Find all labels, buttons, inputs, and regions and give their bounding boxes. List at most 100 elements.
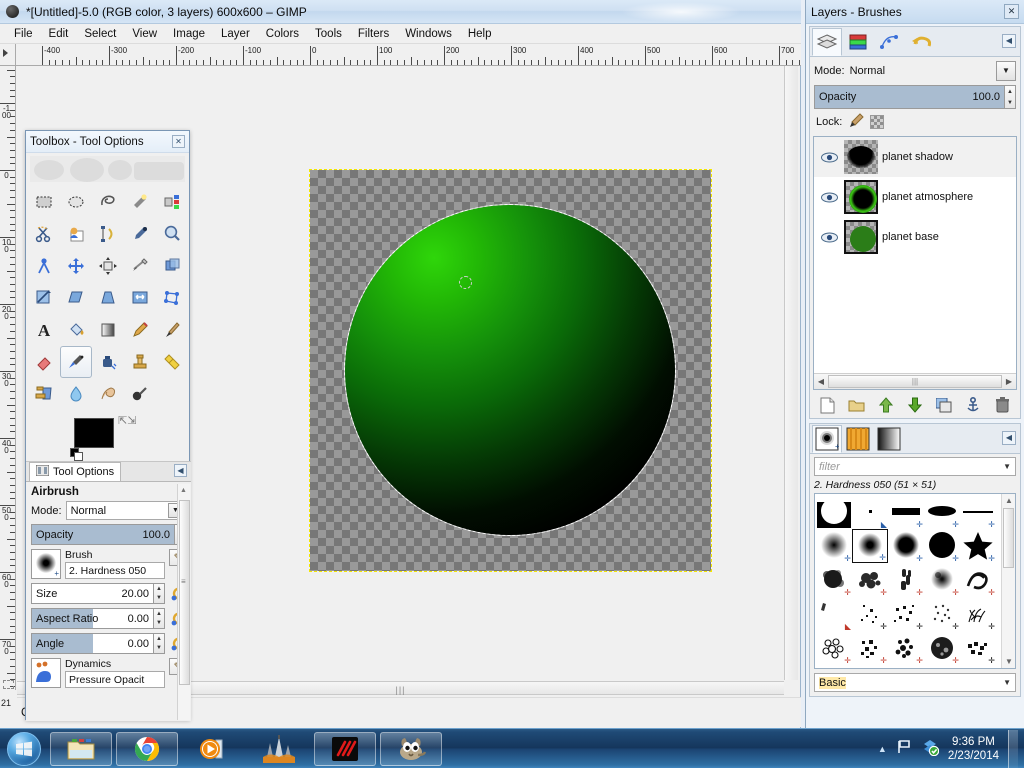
brush-cell-chalk[interactable]: ◣ bbox=[816, 597, 852, 631]
dynamics-preview[interactable] bbox=[31, 658, 61, 688]
menu-windows[interactable]: Windows bbox=[397, 26, 460, 42]
size-slider[interactable]: Size 20.00 bbox=[31, 583, 154, 604]
tool-options-tabbar[interactable]: Tool Options ◀ bbox=[26, 462, 191, 482]
menu-layer[interactable]: Layer bbox=[213, 26, 258, 42]
menu-image[interactable]: Image bbox=[165, 26, 213, 42]
scrollbar-thumb[interactable] bbox=[1003, 508, 1014, 568]
brush-cell-bristles-02[interactable]: ✛ bbox=[924, 563, 960, 597]
layer-name[interactable]: planet atmosphere bbox=[882, 191, 973, 203]
brush-cell-dunes[interactable]: ✛ bbox=[888, 597, 924, 631]
window-titlebar[interactable]: *[Untitled]-5.0 (RGB color, 3 layers) 60… bbox=[0, 0, 801, 24]
size-stepper[interactable]: ▲ ▼ bbox=[154, 583, 165, 604]
layer-mode-select[interactable]: Normal ▼ bbox=[849, 61, 1016, 81]
quickmask-toggle[interactable] bbox=[3, 680, 14, 689]
table-row[interactable]: planet atmosphere bbox=[814, 177, 1016, 217]
panel-menu-arrow-icon[interactable]: ◀ bbox=[1002, 431, 1016, 445]
measure-tool[interactable] bbox=[28, 250, 60, 282]
anchor-icon[interactable] bbox=[963, 395, 983, 415]
flip-tool[interactable] bbox=[124, 282, 156, 314]
canvas-vertical-scrollbar[interactable] bbox=[784, 66, 798, 680]
taskbar-game[interactable] bbox=[248, 732, 310, 766]
menu-view[interactable]: View bbox=[124, 26, 165, 42]
rotate-tool[interactable] bbox=[156, 250, 188, 282]
undo-history-tab[interactable] bbox=[905, 28, 935, 56]
cage-transform-tool[interactable] bbox=[156, 282, 188, 314]
brush-cell-ellipse-soft[interactable]: ✛ bbox=[924, 495, 960, 529]
brush-cell-hardness-050[interactable]: ✛ bbox=[852, 529, 888, 563]
taskbar-explorer[interactable] bbox=[50, 731, 112, 766]
tab-tool-options[interactable]: Tool Options bbox=[29, 462, 122, 481]
brush-cell-hardness-075[interactable]: ✛ bbox=[888, 529, 924, 563]
close-icon[interactable]: ✕ bbox=[1004, 4, 1019, 19]
brush-grid-cells[interactable]: ◣ ✛ ✛ ✛ ✛ ✛ ✛ ✛ ✛ ✛ ✛ ✛ ✛ ✛ ◣ ✛ ✛ ✛ ✛ ✛ … bbox=[815, 494, 1015, 666]
smudge-tool[interactable] bbox=[92, 378, 124, 410]
brush-cell-texture-03[interactable]: ✛ bbox=[888, 631, 924, 665]
angle-slider[interactable]: Angle 0.00 bbox=[31, 633, 154, 654]
layer-list[interactable]: planet shadow planet atmosphere planet b… bbox=[813, 136, 1017, 390]
menu-help[interactable]: Help bbox=[460, 26, 500, 42]
brush-tag-select[interactable]: Basic ▼ bbox=[814, 673, 1016, 692]
menu-filters[interactable]: Filters bbox=[350, 26, 397, 42]
brush-cell-bristles-01[interactable]: ✛ bbox=[888, 563, 924, 597]
scrollbar-thumb[interactable] bbox=[179, 500, 190, 685]
alignment-tool[interactable] bbox=[92, 250, 124, 282]
taskbar-chrome[interactable] bbox=[116, 731, 178, 766]
heal-tool[interactable] bbox=[156, 346, 188, 378]
brush-cell-tiny-dot[interactable]: ◣ bbox=[852, 495, 888, 529]
brush-grid[interactable]: ◣ ✛ ✛ ✛ ✛ ✛ ✛ ✛ ✛ ✛ ✛ ✛ ✛ ✛ ◣ ✛ ✛ ✛ ✛ ✛ … bbox=[814, 493, 1016, 669]
mode-select[interactable]: Normal ▼ bbox=[65, 501, 186, 520]
paths-tool[interactable] bbox=[92, 218, 124, 250]
foreground-select-tool[interactable] bbox=[60, 218, 92, 250]
search-input[interactable]: filter ▼ bbox=[814, 457, 1016, 476]
pencil-tool[interactable] bbox=[124, 314, 156, 346]
blur-sharpen-tool[interactable] bbox=[60, 378, 92, 410]
dynamics-value[interactable]: Pressure Opacit bbox=[65, 671, 165, 688]
brushes-panel-tabbar[interactable]: + ◀ bbox=[810, 424, 1020, 454]
close-icon[interactable]: ✕ bbox=[172, 135, 185, 148]
swap-colors-icon[interactable]: ⇱⇲ bbox=[118, 414, 136, 427]
foreground-color-swatch[interactable] bbox=[74, 418, 114, 448]
taskbar-clock[interactable]: 9:36 PM 2/23/2014 bbox=[948, 735, 999, 763]
taskbar-media-player[interactable] bbox=[182, 732, 244, 766]
select-by-color-tool[interactable] bbox=[156, 186, 188, 218]
color-picker-tool[interactable] bbox=[124, 218, 156, 250]
dropbox-check-icon[interactable] bbox=[921, 738, 940, 759]
brush-cell-soft-small[interactable]: ✛ bbox=[816, 529, 852, 563]
brush-cell-acrylic-01[interactable]: ✛ bbox=[816, 563, 852, 597]
paths-tab[interactable] bbox=[874, 28, 904, 56]
layer-opacity-slider[interactable]: Opacity 100.0 bbox=[814, 85, 1005, 109]
rect-select-tool[interactable] bbox=[28, 186, 60, 218]
lock-pixels-icon[interactable] bbox=[848, 113, 865, 131]
right-dock-titlebar[interactable]: Layers - Brushes ✕ bbox=[806, 0, 1024, 24]
channels-tab[interactable] bbox=[843, 28, 873, 56]
crop-tool[interactable] bbox=[124, 250, 156, 282]
scroll-up-arrow-icon[interactable]: ▲ bbox=[180, 487, 187, 494]
brush-cell-star[interactable]: ✛ bbox=[960, 529, 996, 563]
layer-name[interactable]: planet base bbox=[882, 231, 939, 243]
blend-tool[interactable] bbox=[92, 314, 124, 346]
clone-tool[interactable] bbox=[124, 346, 156, 378]
trash-icon[interactable] bbox=[992, 395, 1012, 415]
brush-cell-sparks[interactable]: ✛ bbox=[924, 597, 960, 631]
eye-icon[interactable] bbox=[818, 152, 840, 163]
duplicate-icon[interactable] bbox=[934, 395, 954, 415]
default-colors-icon[interactable] bbox=[70, 448, 84, 462]
paintbrush-tool[interactable] bbox=[156, 314, 188, 346]
taskbar-app-red[interactable] bbox=[314, 731, 376, 766]
new-page-icon[interactable] bbox=[818, 395, 838, 415]
brush-grid-scrollbar[interactable]: ▲ ▼ bbox=[1001, 494, 1015, 668]
menu-colors[interactable]: Colors bbox=[258, 26, 307, 42]
brush-cell-hardness-100[interactable]: ✛ bbox=[924, 529, 960, 563]
layers-panel-tabbar[interactable]: ◀ bbox=[810, 27, 1020, 57]
menu-tools[interactable]: Tools bbox=[307, 26, 350, 42]
brush-cell-texture-04[interactable]: ✛ bbox=[924, 631, 960, 665]
zoom-tool[interactable] bbox=[156, 218, 188, 250]
panel-menu-arrow-icon[interactable]: ◀ bbox=[1002, 34, 1016, 48]
horizontal-ruler[interactable]: -400 -300 -200 -100 0 100 200 300 400 500 600 700 bbox=[16, 44, 801, 66]
vertical-ruler[interactable]: -200-1000100200300400500600700 bbox=[0, 66, 16, 690]
scroll-up-arrow-icon[interactable]: ▲ bbox=[1005, 496, 1013, 505]
eraser-tool[interactable] bbox=[28, 346, 60, 378]
brush-cell-line[interactable]: ✛ bbox=[960, 495, 996, 529]
menubar[interactable]: File Edit Select View Image Layer Colors… bbox=[0, 24, 801, 44]
aspect-stepper[interactable]: ▲ ▼ bbox=[154, 608, 165, 629]
